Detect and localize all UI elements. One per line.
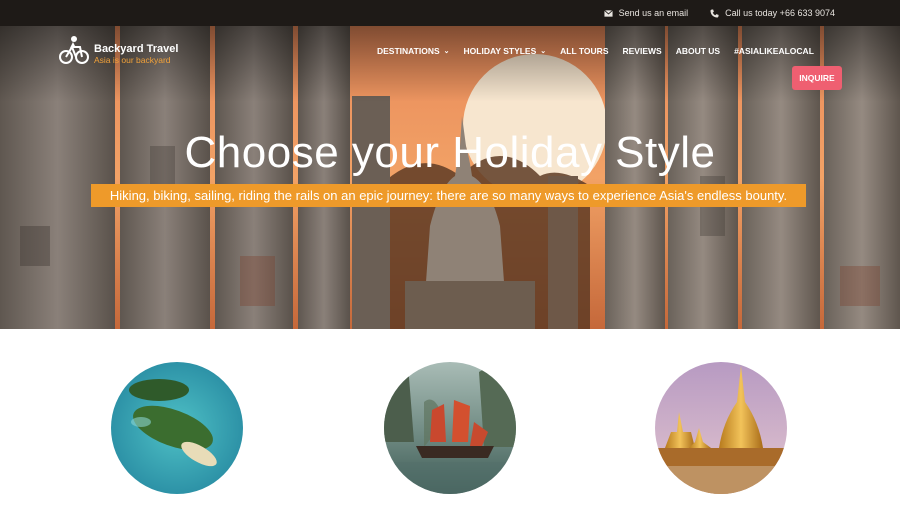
nav-item-label: ABOUT US — [675, 46, 721, 56]
nav-item-label: HOLIDAY STYLES — [463, 46, 537, 56]
chevron-down-icon: ⌄ — [443, 48, 450, 55]
cyclist-logo-icon — [58, 35, 90, 70]
phone-link[interactable]: Call us today +66 633 9074 — [710, 8, 835, 18]
site-logo[interactable]: Backyard Travel Asia is our backyard — [58, 35, 178, 70]
nav-item-label: #ASIALIKEALOCAL — [734, 46, 814, 56]
nav-item-asia-like-a-local[interactable]: #ASIALIKEALOCAL — [734, 46, 814, 56]
nav-item-all-tours[interactable]: ALL TOURS — [560, 46, 608, 56]
inquire-button[interactable]: INQUIRE — [792, 66, 842, 90]
top-contact-bar: Send us an email Call us today +66 633 9… — [0, 0, 900, 26]
main-navigation: Backyard Travel Asia is our backyard DES… — [0, 26, 900, 90]
phone-label: Call us today +66 633 9074 — [725, 8, 835, 18]
phone-icon — [710, 8, 719, 18]
logo-tagline: Asia is our backyard — [94, 55, 171, 65]
chevron-down-icon: ⌄ — [540, 48, 547, 55]
style-card-sailing[interactable] — [384, 362, 516, 494]
nav-item-holiday-styles[interactable]: HOLIDAY STYLES ⌄ — [464, 46, 547, 56]
tropical-island-image — [111, 362, 243, 494]
style-card-island[interactable] — [111, 362, 243, 494]
holiday-styles-grid — [0, 329, 900, 507]
golden-pagoda-image — [655, 362, 787, 494]
nav-item-label: REVIEWS — [622, 46, 662, 56]
nav-item-destinations[interactable]: DESTINATIONS ⌄ — [377, 46, 450, 56]
style-card-culture[interactable] — [655, 362, 787, 494]
hero-subtitle: Hiking, biking, sailing, riding the rail… — [91, 184, 806, 207]
logo-name: Backyard Travel — [94, 43, 179, 55]
junk-boat-image — [384, 362, 516, 494]
email-label: Send us an email — [618, 8, 689, 18]
envelope-icon — [603, 9, 613, 17]
email-link[interactable]: Send us an email — [603, 8, 689, 18]
nav-item-about-us[interactable]: ABOUT US — [676, 46, 720, 56]
nav-item-reviews[interactable]: REVIEWS — [622, 46, 661, 56]
nav-item-label: ALL TOURS — [560, 46, 609, 56]
nav-menu: DESTINATIONS ⌄ HOLIDAY STYLES ⌄ ALL TOUR… — [377, 46, 828, 56]
hero-title: Choose your Holiday Style — [184, 128, 716, 177]
nav-item-label: DESTINATIONS — [377, 46, 440, 56]
